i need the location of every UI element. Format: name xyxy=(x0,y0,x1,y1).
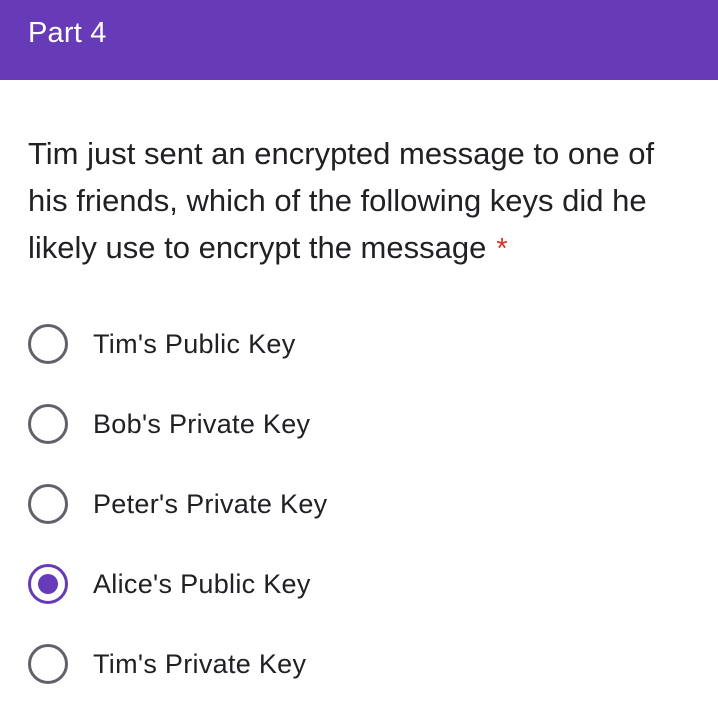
option-label: Tim's Private Key xyxy=(93,649,307,679)
question-title: Tim just sent an encrypted message to on… xyxy=(28,130,698,273)
option-tims-private-key[interactable]: Tim's Private Key xyxy=(28,642,306,686)
option-peters-private-key[interactable]: Peter's Private Key xyxy=(28,482,327,526)
option-bobs-private-key[interactable]: Bob's Private Key xyxy=(28,402,310,446)
radio-button[interactable] xyxy=(28,564,68,604)
option-label: Alice's Public Key xyxy=(93,569,311,599)
option-label: Tim's Public Key xyxy=(93,329,296,359)
section-title: Part 4 xyxy=(28,17,107,49)
required-asterisk: * xyxy=(496,233,508,265)
radio-button[interactable] xyxy=(28,404,68,444)
option-label: Peter's Private Key xyxy=(93,489,328,519)
section-header: Part 4 xyxy=(0,0,718,80)
radio-button[interactable] xyxy=(28,484,68,524)
option-label: Bob's Private Key xyxy=(93,409,311,439)
question-text: Tim just sent an encrypted message to on… xyxy=(28,136,655,265)
radio-dot xyxy=(38,574,58,594)
radio-button[interactable] xyxy=(28,644,68,684)
radio-button[interactable] xyxy=(28,324,68,364)
option-alices-public-key[interactable]: Alice's Public Key xyxy=(28,562,311,606)
option-tims-public-key[interactable]: Tim's Public Key xyxy=(28,322,296,366)
